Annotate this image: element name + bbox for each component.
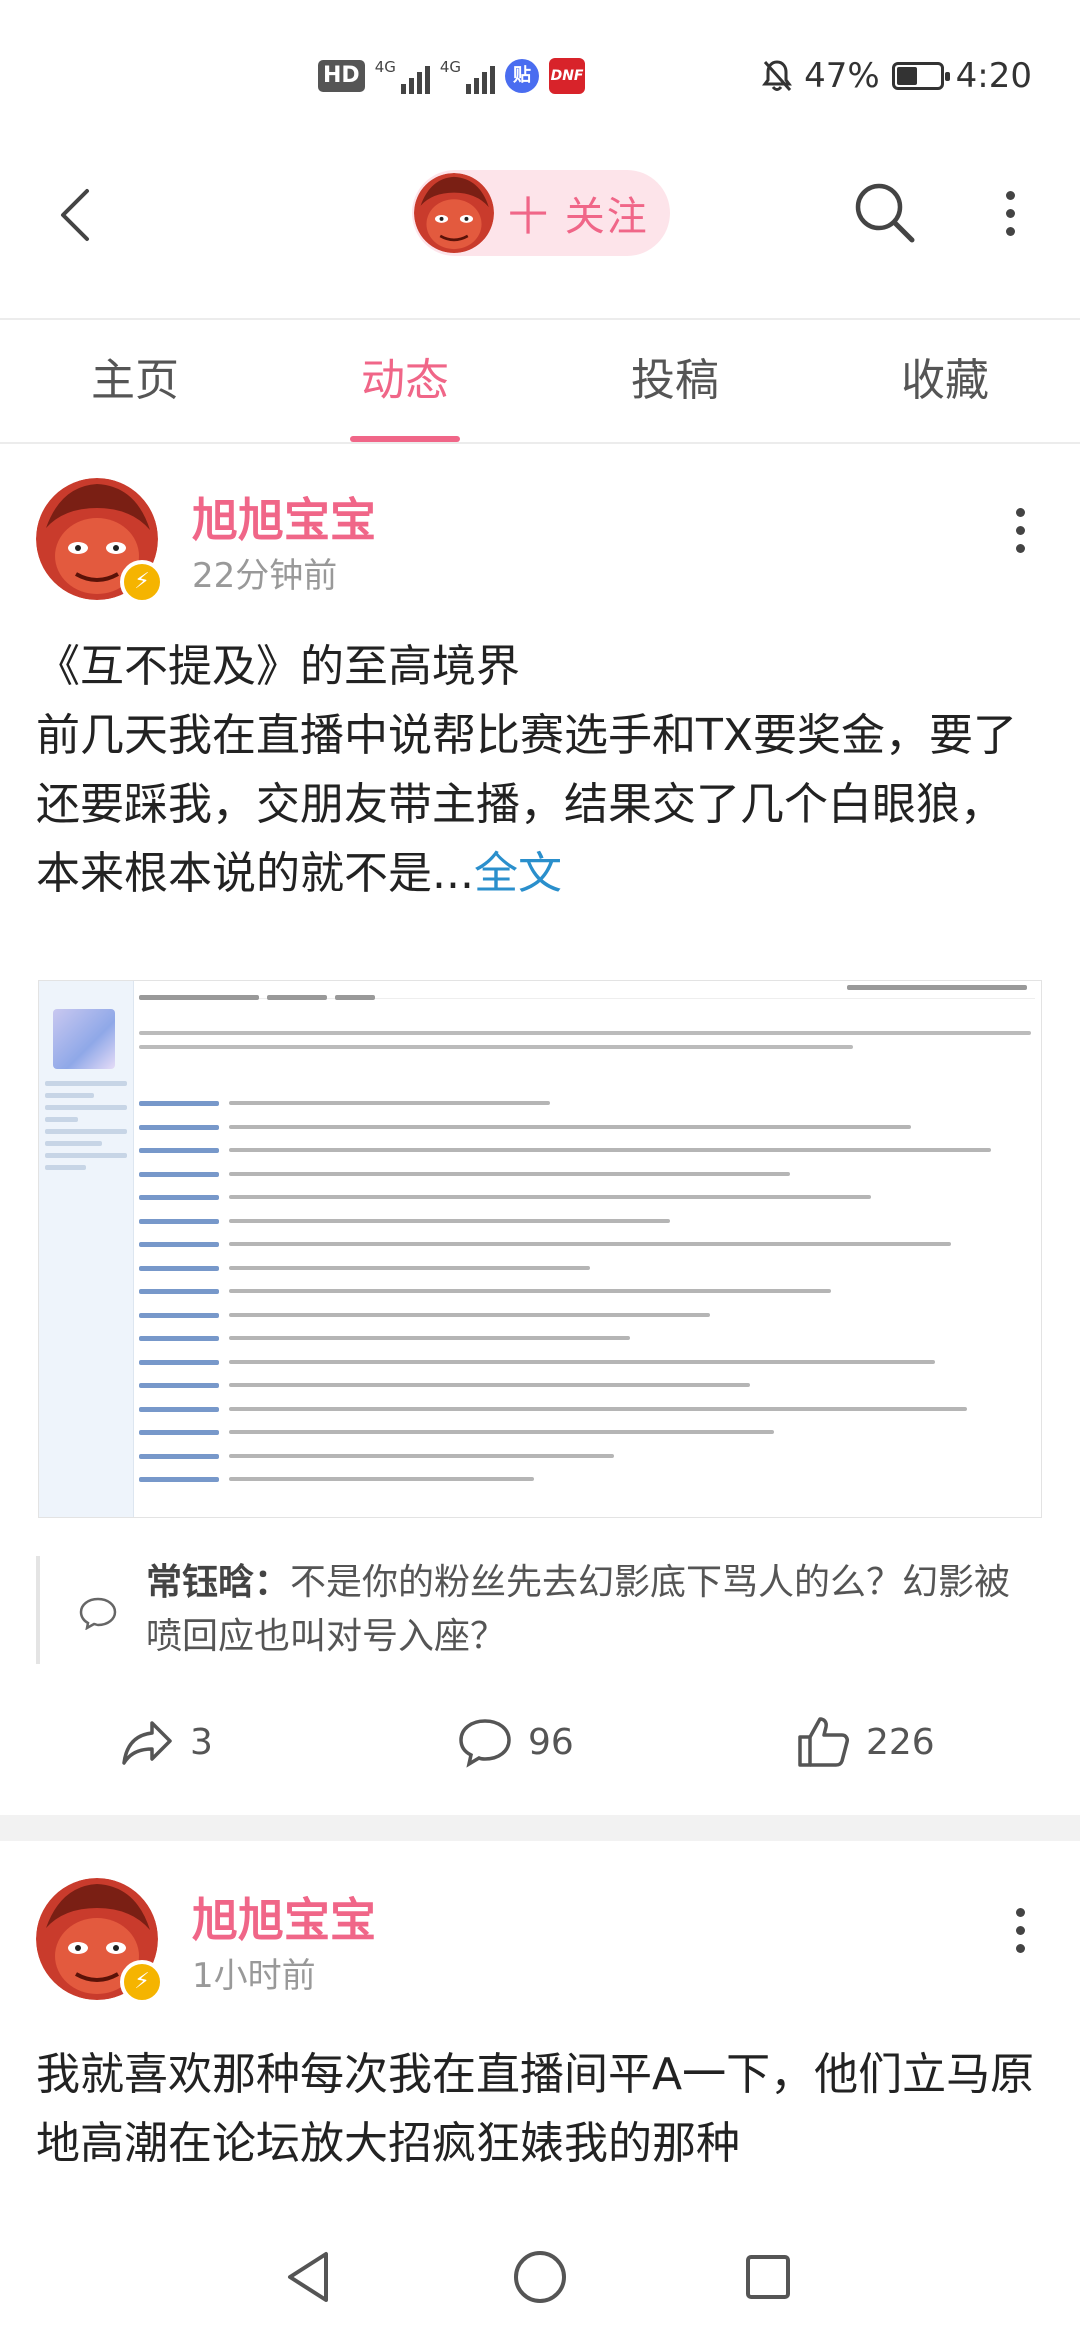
dot-icon [1005, 190, 1015, 200]
hd-indicator: HD [318, 60, 365, 92]
dot-icon [1015, 1926, 1025, 1935]
like-count: 226 [866, 1721, 935, 1763]
dnf-app-icon: DNF [549, 58, 586, 94]
share-button[interactable]: 3 [118, 1705, 213, 1779]
back-button[interactable] [40, 180, 110, 250]
follow-label: 十 关注 [508, 194, 649, 240]
post-header: ⚡ 旭旭宝宝 22分钟前 [0, 478, 1080, 608]
circle-home-icon [514, 2251, 566, 2303]
author-avatar[interactable]: ⚡ [36, 478, 164, 604]
post-body[interactable]: 《互不提及》的至高境界 前几天我在直播中说帮比赛选手和TX要奖金，要了还要踩我，… [36, 632, 1046, 908]
signal-icon: 4G [375, 58, 430, 94]
clock: 4:20 [955, 56, 1032, 96]
more-menu-button[interactable] [990, 178, 1030, 248]
verified-badge-icon: ⚡ [120, 560, 164, 604]
thumbs-up-icon [798, 1717, 849, 1767]
post-excerpt: 前几天我在直播中说帮比赛选手和TX要奖金，要了还要踩我，交朋友带主播，结果交了几… [36, 710, 1018, 899]
author-name[interactable]: 旭旭宝宝 [192, 1884, 376, 1950]
hot-comment[interactable]: 常钰晗：不是你的粉丝先去幻影底下骂人的么？幻影被喷回应也叫对号入座？ [36, 1556, 1046, 1664]
author-name[interactable]: 旭旭宝宝 [192, 484, 376, 550]
mute-bell-icon [762, 60, 793, 91]
author-avatar[interactable]: ⚡ [36, 1878, 164, 2004]
post-header: ⚡ 旭旭宝宝 1小时前 [0, 1878, 1080, 2008]
signal-icon-2: 4G [440, 58, 496, 94]
status-icons: HD 4G 4G 贴 DNF [318, 58, 586, 94]
system-nav-bar [0, 2220, 1080, 2340]
image-sidebar [39, 981, 134, 1517]
status-bar: HD 4G 4G 贴 DNF 47% 4:20 [0, 0, 1080, 150]
dot-icon [1015, 544, 1025, 553]
like-button[interactable]: 226 [794, 1705, 935, 1779]
post-more-button[interactable] [1000, 508, 1040, 568]
post-actions: 3 96 226 [0, 1705, 1080, 1779]
nav-home-button[interactable] [505, 2242, 575, 2312]
tab-submissions[interactable]: 投稿 [540, 320, 810, 442]
nav-back-button[interactable] [274, 2242, 344, 2312]
tab-activity[interactable]: 动态 [270, 320, 540, 442]
follow-button[interactable]: 十 关注 [412, 170, 670, 256]
status-right: 47% 4:20 [762, 56, 1032, 96]
post-body[interactable]: 我就喜欢那种每次我在直播间平A一下，他们立马原地高潮在论坛放大招疯狂婊我的那种 [36, 2040, 1046, 2220]
post-separator [0, 1815, 1080, 1841]
dot-icon [1005, 208, 1015, 218]
comment-count: 96 [528, 1721, 574, 1763]
dot-icon [1015, 1944, 1025, 1953]
search-button[interactable] [850, 178, 920, 248]
nav-recents-button[interactable] [733, 2242, 803, 2312]
full-text-link[interactable]: 全文 [474, 848, 562, 899]
profile-tabs: 主页 动态 投稿 收藏 [0, 320, 1080, 442]
post-time: 1小时前 [192, 1956, 316, 1996]
post-excerpt: 我就喜欢那种每次我在直播间平A一下，他们立马原地高潮在论坛放大招疯狂婊我的那种 [36, 2049, 1035, 2169]
chevron-left-icon [61, 189, 89, 241]
dot-icon [1015, 526, 1025, 535]
post-more-button[interactable] [1000, 1908, 1040, 1968]
top-header: 十 关注 [0, 150, 1080, 320]
comment-bubble-icon [79, 1597, 117, 1630]
tab-home[interactable]: 主页 [0, 320, 270, 442]
dot-icon [1005, 226, 1015, 236]
post-title: 《互不提及》的至高境界 [36, 641, 520, 692]
comment-button[interactable]: 96 [456, 1705, 574, 1779]
dot-icon [1015, 1908, 1025, 1917]
battery-percent: 47% [804, 56, 880, 96]
share-count: 3 [190, 1721, 213, 1763]
triangle-back-icon [288, 2252, 328, 2302]
avatar [414, 173, 494, 253]
tab-favorites[interactable]: 收藏 [810, 320, 1080, 442]
post-time: 22分钟前 [192, 556, 338, 596]
post-image[interactable] [38, 980, 1042, 1518]
search-icon [855, 183, 915, 243]
comment-author[interactable]: 常钰晗： [146, 1562, 290, 1603]
comment-icon [459, 1719, 511, 1768]
verified-badge-icon: ⚡ [120, 1960, 164, 2004]
square-recents-icon [746, 2255, 790, 2299]
comment-text: 常钰晗：不是你的粉丝先去幻影底下骂人的么？幻影被喷回应也叫对号入座？ [146, 1562, 1011, 1657]
battery-icon [891, 62, 950, 90]
share-icon [122, 1721, 172, 1765]
tieba-app-icon: 贴 [505, 59, 540, 93]
divider [0, 442, 1080, 444]
dot-icon [1015, 508, 1025, 517]
